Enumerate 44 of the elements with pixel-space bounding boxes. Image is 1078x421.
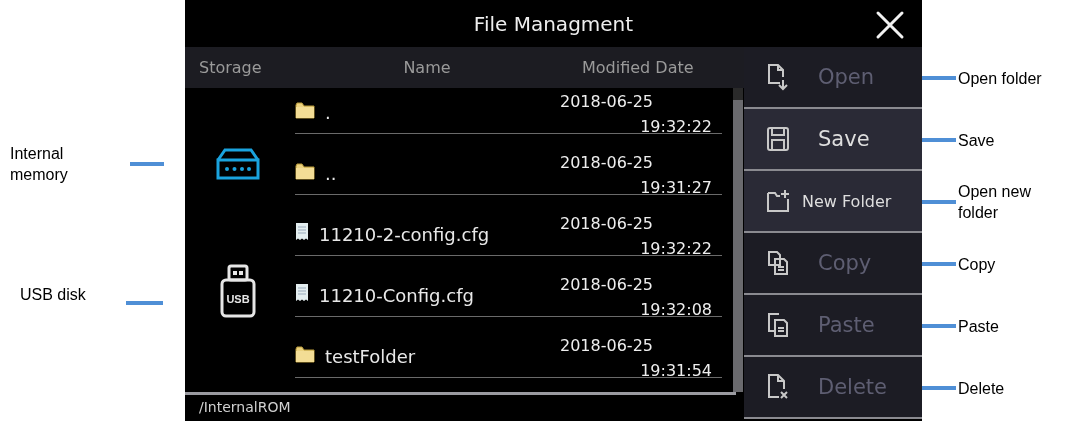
column-header: Name (402, 58, 452, 77)
file-name[interactable]: . (325, 102, 331, 123)
file-name[interactable]: 11210-Config.cfg (319, 285, 474, 306)
action-button[interactable]: Save (744, 109, 922, 171)
file-name[interactable]: testFolder (325, 346, 416, 367)
modified-date: 2018-06-25 (560, 152, 654, 174)
modified-date: 2018-06-25 (560, 335, 654, 357)
file-icon (295, 283, 309, 302)
annotation-label: USB disk (20, 285, 86, 305)
modified-time: 19:31:54 (640, 360, 712, 382)
modified-date: 2018-06-25 (560, 91, 654, 113)
annotation-label: Open new folder (958, 182, 1032, 223)
save-icon (766, 125, 790, 153)
file-icon (295, 222, 309, 241)
folder-icon (295, 102, 315, 119)
paste-icon (766, 311, 790, 339)
modified-time: 19:32:22 (640, 238, 712, 260)
modified-time: 19:31:27 (640, 177, 712, 199)
annotation-label: Paste (958, 316, 1000, 337)
column-header: Modified Date (582, 58, 694, 77)
action-button[interactable]: New Folder (744, 171, 922, 233)
modified-date: 2018-06-25 (560, 213, 654, 235)
delete-icon (766, 373, 790, 401)
annotation-label: Open folder (958, 68, 1043, 89)
file-name[interactable]: 11210-2-config.cfg (319, 224, 490, 245)
column-header: Storage (198, 58, 263, 77)
window-title: File Managment (473, 11, 634, 36)
annotation-label: Delete (958, 378, 1006, 399)
modified-time: 19:32:22 (640, 116, 712, 138)
folder-icon (295, 346, 315, 363)
close-icon[interactable] (875, 10, 905, 40)
copy-icon (766, 249, 790, 277)
annotation-label: Save (958, 130, 996, 151)
open-icon (766, 63, 790, 91)
annotation-label: Internal memory (10, 144, 69, 185)
folder-icon (295, 163, 315, 180)
current-path: /InternalROM (199, 398, 291, 415)
modified-time: 19:32:08 (640, 299, 712, 321)
drive-icon[interactable] (214, 148, 261, 180)
file-name[interactable]: .. (325, 163, 337, 184)
newfolder-icon (766, 187, 790, 215)
modified-date: 2018-06-25 (560, 274, 654, 296)
scrollbar[interactable] (733, 88, 743, 392)
annotation-label: Copy (958, 254, 997, 275)
